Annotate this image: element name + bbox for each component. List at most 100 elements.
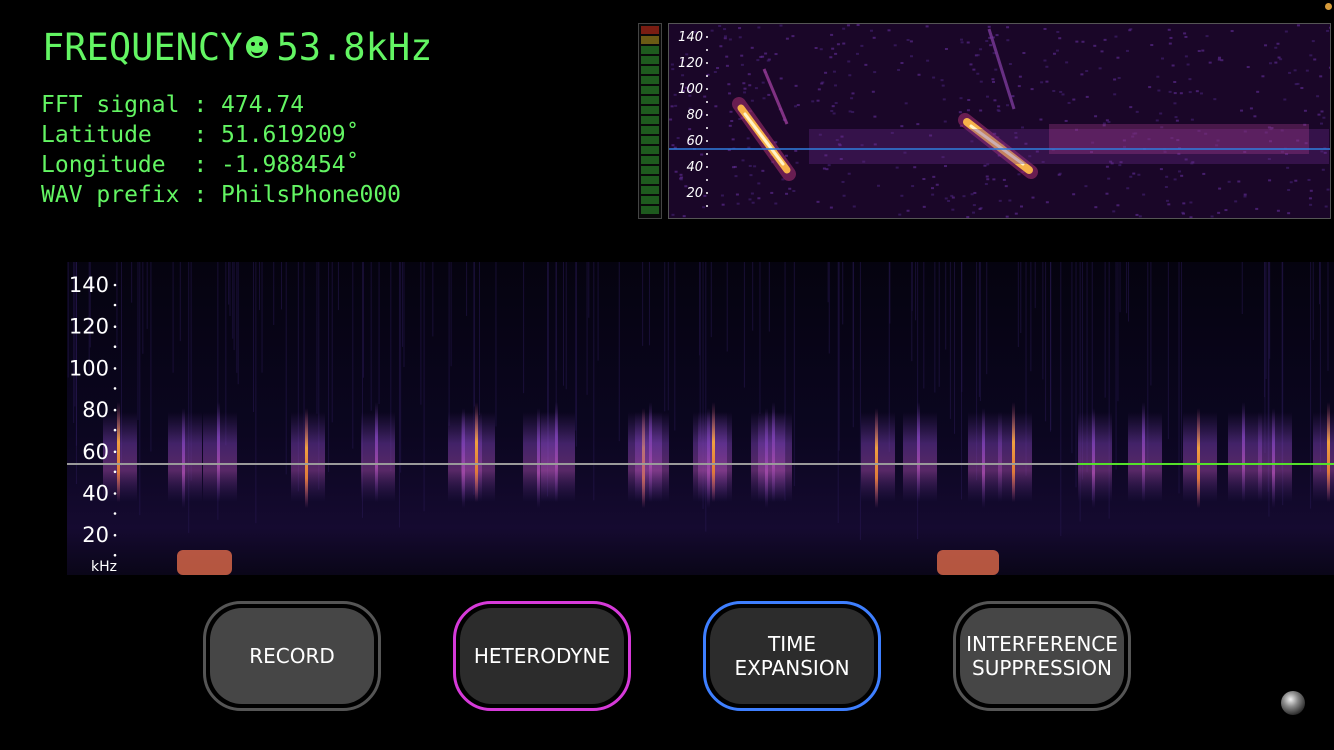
noise-streak <box>648 262 650 346</box>
noise-speck <box>1309 203 1313 206</box>
noise-speck <box>1294 179 1298 182</box>
noise-speck <box>1094 115 1098 118</box>
small-axis-tick-dot <box>706 140 708 142</box>
noise-speck <box>728 124 732 127</box>
call-pulse <box>1012 402 1015 502</box>
small-axis-tick-label: 80 <box>686 108 703 123</box>
small-axis-tick-dot <box>706 36 708 38</box>
noise-speck <box>1017 173 1021 176</box>
noise-speck <box>1052 89 1056 92</box>
noise-streak <box>328 262 330 473</box>
noise-speck <box>1014 212 1018 215</box>
noise-speck <box>1307 178 1311 181</box>
noise-speck <box>670 105 674 108</box>
noise-speck <box>991 78 995 81</box>
small-axis-tick-dot <box>706 192 708 194</box>
noise-speck <box>1274 46 1278 49</box>
noise-speck <box>1094 206 1098 209</box>
noise-speck <box>1006 104 1010 107</box>
noise-streak <box>667 262 669 411</box>
noise-speck <box>1189 201 1193 204</box>
noise-speck <box>1165 199 1169 202</box>
noise-streak <box>478 262 480 416</box>
noise-streak <box>331 262 333 423</box>
noise-streak <box>255 262 257 524</box>
noise-speck <box>830 33 834 36</box>
noise-speck <box>825 168 829 171</box>
noise-speck <box>703 95 707 98</box>
main-axis-tick-dot <box>113 345 117 348</box>
noise-speck <box>1293 69 1297 72</box>
noise-speck <box>831 105 835 108</box>
call-pulse <box>1327 402 1330 502</box>
noise-streak <box>1265 262 1267 380</box>
noise-speck <box>1105 192 1109 195</box>
noise-speck <box>1057 173 1061 176</box>
main-axis-unit: kHz <box>91 559 117 575</box>
main-axis-tick-dot <box>113 428 117 432</box>
noise-speck <box>1072 193 1076 196</box>
noise-speck <box>960 41 964 44</box>
noise-speck <box>1234 200 1238 203</box>
noise-speck <box>1072 98 1076 101</box>
noise-speck <box>702 206 706 209</box>
noise-speck <box>794 84 798 87</box>
record-button[interactable]: RECORD <box>203 601 381 711</box>
status-orb-icon[interactable] <box>1281 691 1305 715</box>
noise-streak <box>1020 262 1022 334</box>
noise-speck <box>1224 209 1228 212</box>
noise-speck <box>832 112 836 115</box>
call-pulse <box>1197 408 1200 508</box>
noise-speck <box>741 159 745 162</box>
noise-streak <box>523 262 525 394</box>
noise-speck <box>1142 193 1146 196</box>
noise-streak <box>252 262 254 413</box>
main-axis-tick-label: 40 <box>82 482 109 506</box>
heterodyne-button[interactable]: HETERODYNE <box>453 601 631 711</box>
main-axis-tick-label: 140 <box>69 273 109 297</box>
noise-speck <box>1006 26 1010 29</box>
noise-speck <box>1326 188 1330 191</box>
notification-dot <box>1325 3 1332 10</box>
noise-speck <box>1039 118 1043 121</box>
noise-speck <box>1061 93 1065 96</box>
noise-speck <box>1011 95 1015 98</box>
noise-speck <box>1085 69 1089 72</box>
noise-speck <box>966 216 970 218</box>
noise-speck <box>779 77 783 80</box>
noise-speck <box>723 28 727 31</box>
noise-speck <box>729 110 733 113</box>
noise-speck <box>792 190 796 193</box>
noise-speck <box>714 105 718 108</box>
noise-streak <box>370 262 372 411</box>
noise-speck <box>743 87 747 90</box>
noise-speck <box>998 199 1002 202</box>
noise-streak <box>1310 262 1312 509</box>
noise-speck <box>900 194 904 197</box>
noise-streak <box>1045 262 1047 422</box>
interference-suppression-button[interactable]: INTERFERENCE SUPPRESSION <box>953 601 1131 711</box>
main-axis-tick-dot <box>113 387 117 390</box>
time-expansion-button[interactable]: TIME EXPANSION <box>703 601 881 711</box>
noise-speck <box>1227 180 1231 183</box>
noise-speck <box>1125 49 1129 52</box>
noise-streak <box>280 262 282 310</box>
noise-speck <box>750 192 754 195</box>
noise-speck <box>1156 75 1160 78</box>
noise-streak <box>1318 262 1320 305</box>
main-axis-tick-dot <box>113 512 117 515</box>
noise-speck <box>1138 215 1142 218</box>
noise-streak <box>953 262 955 434</box>
noise-speck <box>1326 29 1330 32</box>
noise-speck <box>966 41 970 44</box>
noise-speck <box>1322 116 1326 119</box>
noise-speck <box>1126 187 1130 190</box>
noise-speck <box>1324 205 1328 208</box>
call-pulse <box>305 408 308 508</box>
noise-streak <box>1128 262 1130 322</box>
noise-speck <box>951 196 955 199</box>
noise-streak <box>979 262 981 402</box>
noise-speck <box>1287 212 1291 215</box>
noise-speck <box>1289 181 1293 184</box>
noise-streak <box>236 262 238 373</box>
